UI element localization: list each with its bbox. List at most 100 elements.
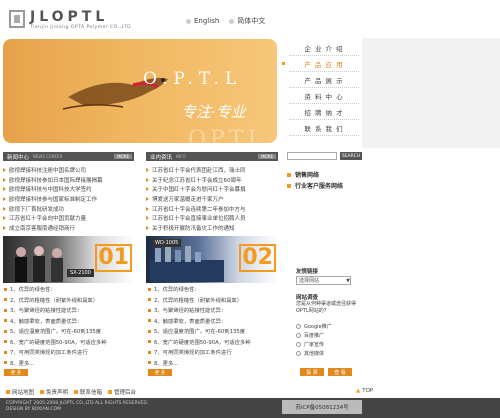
list-item[interactable]: 欧视焊接科技参与国家标准制定工作 (3, 194, 134, 204)
feature-label: 2、优异的粗糙性（耐紫外线和臭氧） (10, 297, 99, 304)
list-item[interactable]: 欧视下厂首批研发成功 (3, 204, 134, 214)
feature-label: 5、适应温度范围广，可在-60到135度 (10, 329, 101, 336)
industry-item-label: 江苏省红十字会代表团赴江西，瑞士同 (152, 167, 246, 174)
radio-icon (229, 18, 235, 24)
news-list: 欧视焊接科技注册中国名牌公司 欧视焊接科技参加日本国际焊接展揭幕 欧视焊接科技与… (3, 165, 134, 233)
news-header: 新闻中心 NEWS CENTER MORE (3, 152, 134, 161)
nav-item-resources[interactable]: 资 料 中 心 (289, 88, 359, 104)
square-icon (40, 390, 45, 394)
list-item[interactable]: 江苏省红十字会向中国贡献力量 (3, 213, 134, 223)
news-item-label: 欧视焊接科技参加日本国际焊接展揭幕 (9, 177, 103, 184)
view-results-button[interactable]: 查 看 (328, 368, 352, 376)
footer-link-admin[interactable]: 管理后台 (108, 388, 136, 396)
links-select[interactable]: 选择网站 ▼ (296, 276, 351, 285)
survey-question: 您是从何种渠道或途径获得OPTL网站的？ (296, 301, 357, 314)
list-item[interactable]: 欧视焊接科技注册中国名牌公司 (3, 165, 134, 175)
list-item[interactable]: 5、适应温度范围广，可在-60到135度 (148, 326, 280, 337)
logo-text[interactable]: JLOPTL (30, 9, 108, 25)
lang-chinese-label: 简体中文 (237, 17, 266, 25)
footer-link-sitemap[interactable]: 网站地图 (6, 388, 34, 396)
news-more-button[interactable]: MORE (114, 154, 132, 159)
logo-icon[interactable] (9, 10, 25, 28)
nav-item-application[interactable]: 产 品 应 用 (289, 56, 359, 72)
nav-item-contact[interactable]: 联 系 我 们 (289, 120, 359, 136)
list-item[interactable]: 关于纪念江苏省红十字会成立60周年 (146, 175, 278, 185)
survey-option-label: 百度推广 (304, 333, 325, 339)
industry-photo[interactable]: WD-1005 02 (146, 235, 278, 283)
list-item[interactable]: 2、优异的粗糙性（耐紫外线和臭氧） (148, 295, 280, 306)
survey-title: 网站调查 (296, 295, 319, 301)
list-item[interactable]: 8、更多... (148, 358, 280, 369)
features-left-more-button[interactable]: 更 多 (4, 369, 28, 376)
footer-link-contact[interactable]: 联系信箱 (74, 388, 102, 396)
list-item[interactable]: 关于中国红十字会为慰问红十字会募捐 (146, 184, 278, 194)
lang-english[interactable]: English (186, 16, 219, 26)
list-item[interactable]: 欧视焊接科技参加日本国际焊接展揭幕 (3, 175, 134, 185)
list-item[interactable]: 6、宽广的硬度范围50-90A，可适应多种 (148, 337, 280, 348)
list-item[interactable]: 1、优异的绿色性： (4, 284, 136, 295)
bullet-icon (4, 298, 7, 302)
arrow-icon (146, 177, 149, 182)
list-item[interactable]: 博爱送万家温暖走进千家万户 (146, 194, 278, 204)
search-input[interactable] (287, 152, 337, 160)
list-item[interactable]: 4、触感柔软，表面质量优异： (4, 316, 136, 327)
list-item[interactable]: 6、宽广的硬度范围50-90A，可适应多种 (4, 337, 136, 348)
news-photo-number: 01 (95, 243, 132, 272)
survey-option[interactable]: 其他媒体 (296, 349, 362, 358)
footer-link-label: 管理后台 (114, 390, 137, 396)
industry-item-label: 江苏省红十字会直接事业单位招聘人员 (152, 216, 246, 223)
survey-option[interactable]: Google推广 (296, 322, 362, 331)
survey-option[interactable]: 厂家宣传 (296, 340, 362, 349)
news-item-label: 江苏省红十字会向中国贡献力量 (9, 216, 87, 223)
hero-banner: O.P.T.L 专注·专业 OPTL (3, 39, 277, 143)
news-title-en: NEWS CENTER (33, 154, 63, 159)
list-item[interactable]: 成立南京客服南通经销商行 (3, 223, 134, 233)
bullet-icon (148, 298, 151, 302)
nav-item-careers[interactable]: 招 聘 纳 才 (289, 104, 359, 120)
list-item[interactable]: 关于积极开展防汛备灾工作的通知 (146, 223, 278, 233)
industry-title-en: INFO (176, 154, 186, 159)
feature-label: 7、可用同类烯烃的加工条件进行 (154, 350, 232, 357)
radio-icon (186, 18, 191, 24)
bullet-icon (4, 340, 7, 344)
list-item[interactable]: 欧视焊接科技与中国科技大学签约 (3, 184, 134, 194)
list-item[interactable]: 1、优异的绿色性： (148, 284, 280, 295)
feature-label: 1、优异的绿色性： (154, 287, 200, 294)
lang-chinese[interactable]: 简体中文 (229, 16, 265, 26)
list-item[interactable]: 7、可用同类烯烃的加工条件进行 (4, 347, 136, 358)
design-credit: DESIGN BY BOXIAN.COM (6, 407, 61, 412)
list-item[interactable]: 3、与聚烯烃的粘接性能优异： (148, 305, 280, 316)
list-item[interactable]: 8、更多... (4, 358, 136, 369)
list-item[interactable]: 4、触感柔软，表面质量优异： (148, 316, 280, 327)
footer-link-disclaimer[interactable]: 免责声明 (40, 388, 68, 396)
quick-link-service[interactable]: 行业客户服务网络 (287, 180, 362, 191)
list-item[interactable]: 3、与聚烯烃的粘接性能优异： (4, 305, 136, 316)
list-item[interactable]: 2、优异的粗糙性（耐紫外线和臭氧） (4, 295, 136, 306)
vote-button[interactable]: 投 票 (300, 368, 324, 376)
industry-list: 江苏省红十字会代表团赴江西，瑞士同 关于纪念江苏省红十字会成立60周年 关于中国… (146, 165, 278, 233)
industry-more-button[interactable]: MORE (258, 154, 276, 159)
survey-option[interactable]: 百度推广 (296, 331, 362, 340)
features-right-more-button[interactable]: 更 多 (148, 369, 172, 376)
news-photo[interactable]: SX-2100 01 (3, 235, 134, 283)
main-nav: 企 业 介 绍 产 品 应 用 产 品 展 示 资 料 中 心 招 聘 纳 才 … (282, 40, 359, 136)
list-item[interactable]: 5、适应温度范围广，可在-60到135度 (4, 326, 136, 337)
list-item[interactable]: 江苏省红十字会直接事业单位招聘人员 (146, 213, 278, 223)
industry-item-label: 江苏省红十字会连续第二年参加中方与 (152, 206, 246, 213)
quick-link-sales[interactable]: 销售网络 (287, 169, 362, 180)
news-section: 新闻中心 NEWS CENTER MORE 欧视焊接科技注册中国名牌公司 欧视焊… (3, 152, 134, 283)
square-icon (6, 390, 10, 394)
feature-label: 1、优异的绿色性： (10, 287, 56, 294)
nav-item-about[interactable]: 企 业 介 绍 (289, 40, 359, 56)
list-item[interactable]: 江苏省红十字会连续第二年参加中方与 (146, 204, 278, 214)
nav-item-products[interactable]: 产 品 展 示 (289, 72, 359, 88)
list-item[interactable]: 江苏省红十字会代表团赴江西，瑞士同 (146, 165, 278, 175)
news-item-label: 成立南京客服南通经销商行 (9, 225, 76, 232)
search-button[interactable]: SEARCH (340, 152, 362, 160)
survey-options: Google推广 百度推广 厂家宣传 其他媒体 (296, 322, 362, 358)
quick-link-label: 行业客户服务网络 (295, 183, 344, 190)
list-item[interactable]: 7、可用同类烯烃的加工条件进行 (148, 347, 280, 358)
arrow-icon (146, 167, 149, 172)
back-to-top[interactable]: ▲ TOP (356, 388, 373, 394)
active-nav-marker (282, 62, 285, 65)
